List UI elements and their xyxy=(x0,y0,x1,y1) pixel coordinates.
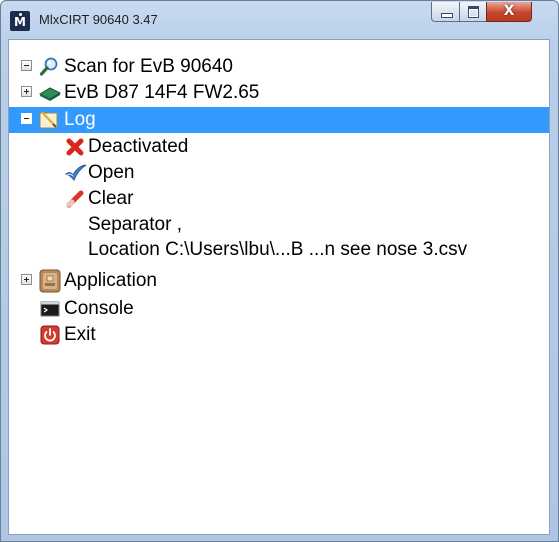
tree-item-evb[interactable]: EvB D87 14F4 FW2.65 xyxy=(9,80,549,106)
title-bar[interactable]: M MlxCIRT 90640 3.47 X xyxy=(1,1,558,39)
tree-view-panel[interactable]: Scan for EvB 90640 EvB D87 14F4 FW2.65 L… xyxy=(8,39,550,535)
check-icon xyxy=(64,163,87,183)
tree-item-log[interactable]: Log xyxy=(9,107,549,133)
collapse-toggle-scan[interactable] xyxy=(21,60,32,71)
tree-item-label: Console xyxy=(64,298,134,319)
tree-item-application[interactable]: Application xyxy=(9,268,549,294)
search-icon xyxy=(39,57,59,77)
tree-item-open[interactable]: Open xyxy=(9,160,549,186)
tree-item-label: Log xyxy=(64,109,96,130)
application-icon xyxy=(39,269,61,293)
app-logo-dot xyxy=(19,13,22,16)
maximize-button[interactable] xyxy=(459,2,487,22)
tree-item-deactivated[interactable]: Deactivated xyxy=(9,134,549,160)
tree-item-label: Deactivated xyxy=(88,136,189,157)
minimize-icon xyxy=(441,13,453,18)
tree-item-label: Separator , xyxy=(88,214,182,235)
board-icon xyxy=(38,83,62,103)
tree-item-label: Exit xyxy=(64,324,96,345)
window-title: MlxCIRT 90640 3.47 xyxy=(39,12,158,27)
console-icon xyxy=(40,299,60,319)
log-icon xyxy=(39,110,59,130)
tree-item-console[interactable]: Console xyxy=(9,296,549,322)
tree-item-label: EvB D87 14F4 FW2.65 xyxy=(64,82,260,103)
minimize-button[interactable] xyxy=(431,2,460,22)
tree-item-label: Clear xyxy=(88,188,134,209)
maximize-icon xyxy=(468,6,479,18)
expand-toggle-evb[interactable] xyxy=(21,86,32,97)
power-icon xyxy=(40,325,60,345)
app-logo-icon[interactable]: M xyxy=(10,11,30,31)
tree-item-separator[interactable]: Separator , xyxy=(9,212,549,238)
tree-item-label: Application xyxy=(64,270,157,291)
app-window: M MlxCIRT 90640 3.47 X Scan for EvB 9064… xyxy=(0,0,559,542)
close-button[interactable]: X xyxy=(486,2,532,22)
close-icon: X xyxy=(503,3,515,19)
app-logo-letter: M xyxy=(14,15,26,29)
tree-item-label: Scan for EvB 90640 xyxy=(64,56,233,77)
tree-item-exit[interactable]: Exit xyxy=(9,322,549,348)
collapse-toggle-log[interactable] xyxy=(21,113,32,124)
red-x-icon xyxy=(65,137,85,157)
tree-item-label: Open xyxy=(88,162,135,183)
tree-item-location[interactable]: Location C:\Users\lbu\...B ...n see nose… xyxy=(9,237,549,263)
tree-item-label: Location C:\Users\lbu\...B ...n see nose… xyxy=(88,239,468,260)
tree-item-scan[interactable]: Scan for EvB 90640 xyxy=(9,54,549,80)
expand-toggle-application[interactable] xyxy=(21,274,32,285)
eraser-icon xyxy=(65,189,85,209)
tree-item-clear[interactable]: Clear xyxy=(9,186,549,212)
